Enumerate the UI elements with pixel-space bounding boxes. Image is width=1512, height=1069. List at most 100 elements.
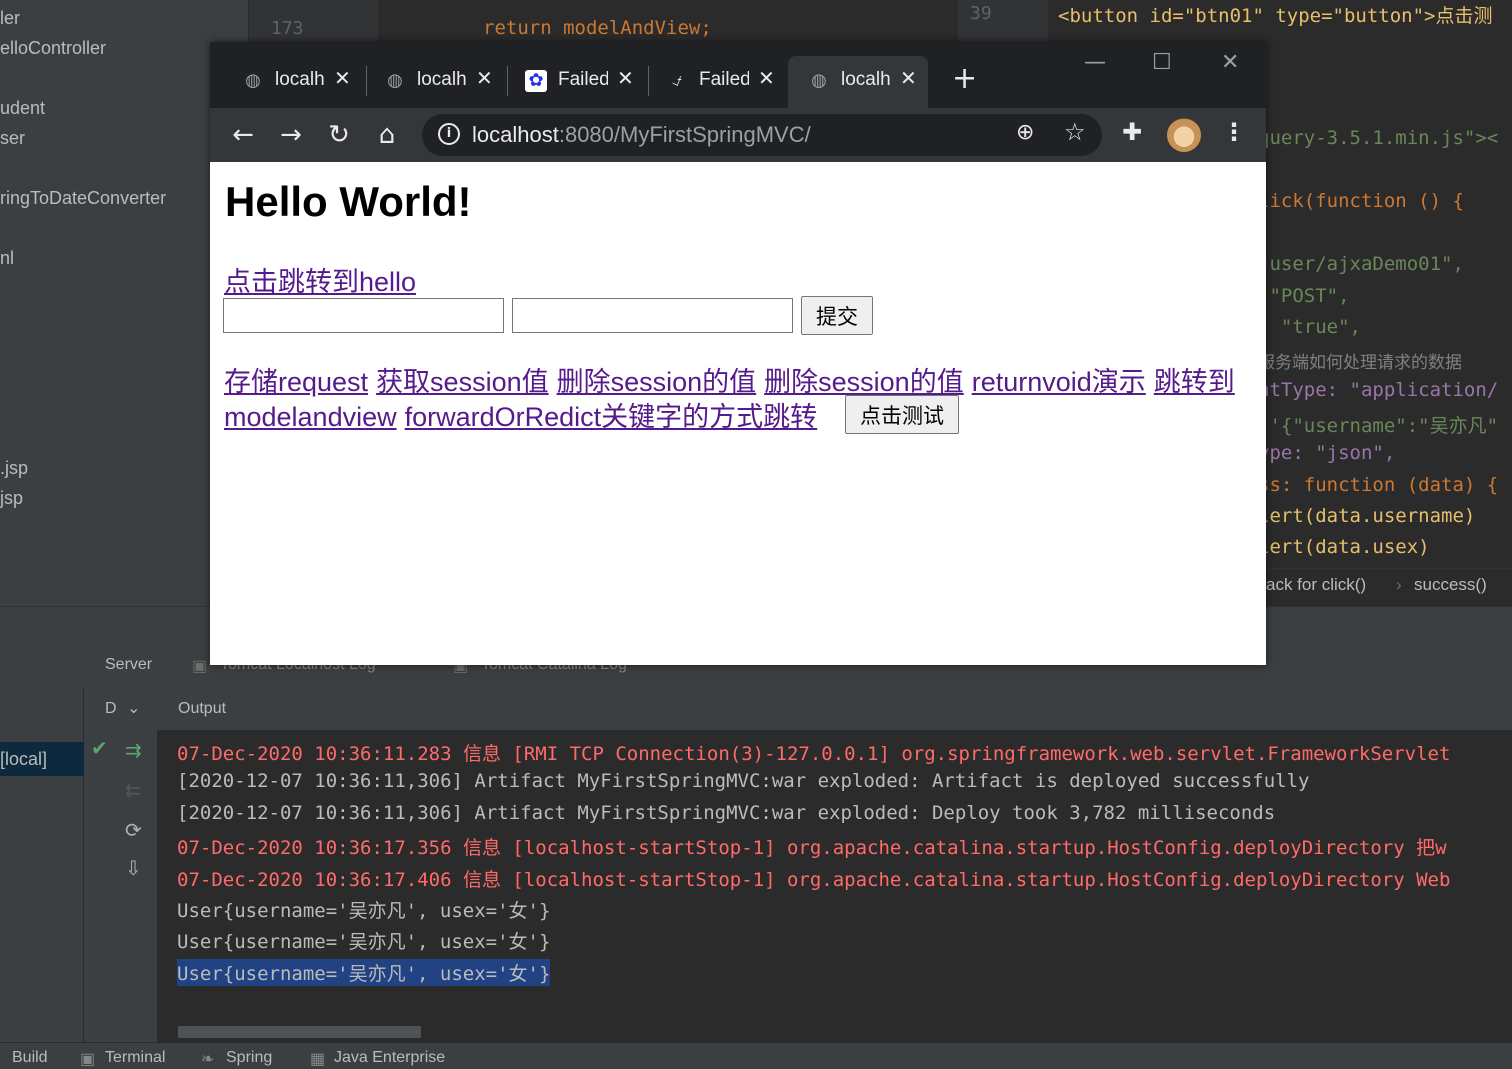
- code-line: ss: function (data) {: [1258, 474, 1499, 496]
- log-tab-icon: ▣: [192, 658, 208, 675]
- services-tree-item-selected[interactable]: [local]: [0, 742, 84, 776]
- tab-title: Failed: [699, 69, 749, 90]
- tree-item[interactable]: elloController: [0, 38, 106, 59]
- code-line: "POST",: [1258, 285, 1350, 307]
- link-store-request[interactable]: 存储request: [224, 367, 368, 397]
- refresh-icon[interactable]: ⟳: [125, 818, 142, 842]
- back-button[interactable]: ←: [226, 118, 260, 152]
- close-icon[interactable]: ✕: [617, 66, 634, 90]
- breadcrumb-item[interactable]: success(): [1414, 575, 1487, 595]
- broken-page-icon: ⍻: [672, 70, 682, 91]
- console-output[interactable]: 07-Dec-2020 10:36:11.283 信息 [RMI TCP Con…: [158, 730, 1512, 1042]
- tab-title: Failed: [558, 69, 608, 90]
- tab-strip: ◍ localh ✕ ◍ localh ✕ ✿ Failed ✕ ⍻ Faile…: [210, 42, 1266, 108]
- close-icon[interactable]: ✕: [476, 66, 493, 90]
- log-line-selected: User{username='吴亦凡', usex='女'}: [177, 958, 551, 986]
- profile-avatar[interactable]: [1167, 118, 1201, 152]
- close-icon[interactable]: ✕: [900, 66, 917, 90]
- terminal-icon: ▣: [80, 1051, 96, 1068]
- text-input-2[interactable]: [512, 298, 793, 333]
- links-row: modelandview forwardOrRedict关键字的方式跳转: [224, 395, 817, 434]
- page-heading: Hello World!: [225, 178, 472, 225]
- tree-item[interactable]: nl: [0, 248, 14, 269]
- close-icon[interactable]: ✕: [334, 66, 351, 90]
- editor-pane[interactable]: return modelAndView;: [378, 0, 958, 45]
- breadcrumb-item[interactable]: ack for click(): [1266, 575, 1366, 595]
- download-icon[interactable]: ⇩: [125, 856, 142, 880]
- tree-item[interactable]: .jsp: [0, 458, 28, 479]
- maximize-button[interactable]: ☐: [1152, 50, 1172, 75]
- minimize-button[interactable]: —: [1084, 50, 1106, 75]
- extensions-puzzle-icon[interactable]: ✚: [1122, 118, 1142, 146]
- globe-icon: ◍: [245, 70, 261, 91]
- status-bar: Build ▣ Terminal ❧ Spring ▦ Java Enterpr…: [0, 1042, 1512, 1069]
- close-window-button[interactable]: ✕: [1221, 50, 1239, 75]
- code-line: query-3.5.1.min.js"><: [1258, 127, 1499, 149]
- zoom-icon[interactable]: ⊕: [1016, 120, 1034, 145]
- log-line: [2020-12-07 10:36:11,306] Artifact MyFir…: [177, 801, 1276, 824]
- chevron-right-icon: ›: [1396, 575, 1402, 594]
- log-line: 07-Dec-2020 10:36:11.283 信息 [RMI TCP Con…: [177, 743, 1451, 765]
- browser-tab[interactable]: ⍻ Failed ✕: [646, 56, 786, 108]
- links-row: 存储request 获取session值 删除session的值 删除session的…: [224, 360, 1235, 399]
- browser-tab[interactable]: ✿ Failed ✕: [505, 56, 645, 108]
- chevron-down-icon[interactable]: ⌄: [127, 698, 140, 718]
- tree-item[interactable]: udent: [0, 98, 45, 119]
- tree-item[interactable]: ser: [0, 128, 25, 149]
- java-enterprise-tab[interactable]: Java Enterprise: [334, 1049, 445, 1067]
- tab-server[interactable]: Server: [105, 656, 152, 674]
- new-tab-button[interactable]: +: [952, 62, 977, 96]
- address-bar[interactable]: i localhost:8080/MyFirstSpringMVC/ ⊕ ☆: [422, 114, 1102, 156]
- line-number: 39: [970, 3, 992, 24]
- reload-button[interactable]: ↻: [322, 118, 356, 152]
- link-modelandview[interactable]: modelandview: [224, 402, 397, 432]
- log-line: [2020-12-07 10:36:11,306] Artifact MyFir…: [177, 770, 1310, 793]
- tab-title: localh: [417, 69, 467, 90]
- close-icon[interactable]: ✕: [758, 66, 775, 90]
- terminal-tab[interactable]: Terminal: [105, 1049, 165, 1067]
- text-input-1[interactable]: [223, 298, 504, 333]
- code-line: <button id="btn01" type="button">点击测: [1058, 5, 1493, 27]
- log-line: User{username='吴亦凡', usex='女'}: [177, 900, 551, 922]
- code-comment: 服务端如何处理请求的数据: [1258, 353, 1462, 373]
- url-path: :8080/MyFirstSpringMVC/: [558, 122, 811, 147]
- page-viewport: Hello World! 点击跳转到hello 提交 存储request 获取se…: [210, 162, 1266, 665]
- link-jump-to[interactable]: 跳转到: [1154, 367, 1235, 397]
- menu-kebab-icon[interactable]: ⋮: [1222, 118, 1246, 146]
- browser-tab[interactable]: ◍ localh ✕: [364, 56, 504, 108]
- forward-button[interactable]: →: [274, 118, 308, 152]
- click-test-button[interactable]: 点击测试: [845, 395, 959, 434]
- info-icon[interactable]: i: [438, 123, 460, 145]
- spring-leaf-icon: ❧: [201, 1051, 215, 1068]
- horizontal-scrollbar[interactable]: [178, 1026, 421, 1038]
- code-line: '{"username":"吴亦凡": [1258, 415, 1499, 437]
- link-delete-session-2[interactable]: 删除session的值: [764, 367, 964, 397]
- output-label: Output: [178, 700, 227, 717]
- log-line: User{username='吴亦凡', usex='女'}: [177, 931, 551, 954]
- tree-item[interactable]: ler: [0, 8, 20, 29]
- deploy-icon[interactable]: ⇉: [125, 738, 142, 762]
- build-tab[interactable]: Build: [12, 1049, 48, 1067]
- bookmark-star-icon[interactable]: ☆: [1064, 118, 1086, 146]
- undeploy-icon[interactable]: ⇇: [125, 778, 142, 802]
- link-delete-session[interactable]: 删除session的值: [557, 367, 757, 397]
- code-line: lert(data.usex): [1258, 536, 1430, 558]
- line-number: 173: [271, 18, 304, 39]
- globe-icon: ◍: [811, 70, 827, 91]
- home-button[interactable]: ⌂: [370, 118, 404, 152]
- browser-tab[interactable]: ◍ localh ✕: [222, 56, 362, 108]
- code-line: ntType: "application/: [1258, 379, 1499, 401]
- browser-tab-active[interactable]: ◍ localh ✕: [788, 56, 928, 108]
- link-returnvoid[interactable]: returnvoid演示: [972, 367, 1146, 397]
- code-line: lert(data.username): [1258, 505, 1476, 527]
- spring-tab[interactable]: Spring: [226, 1049, 272, 1067]
- link-forward-redirect[interactable]: forwardOrRedict关键字的方式跳转: [405, 402, 818, 432]
- deployment-dropdown[interactable]: D: [105, 700, 117, 718]
- submit-button[interactable]: 提交: [801, 296, 873, 335]
- link-get-session[interactable]: 获取session值: [376, 367, 549, 397]
- link-jump-hello[interactable]: 点击跳转到hello: [224, 260, 416, 299]
- tree-item[interactable]: jsp: [0, 488, 23, 509]
- log-line: 07-Dec-2020 10:36:17.406 信息 [localhost-s…: [177, 868, 1451, 891]
- tree-item[interactable]: ringToDateConverter: [0, 188, 166, 209]
- baidu-paw-icon: ✿: [525, 70, 547, 92]
